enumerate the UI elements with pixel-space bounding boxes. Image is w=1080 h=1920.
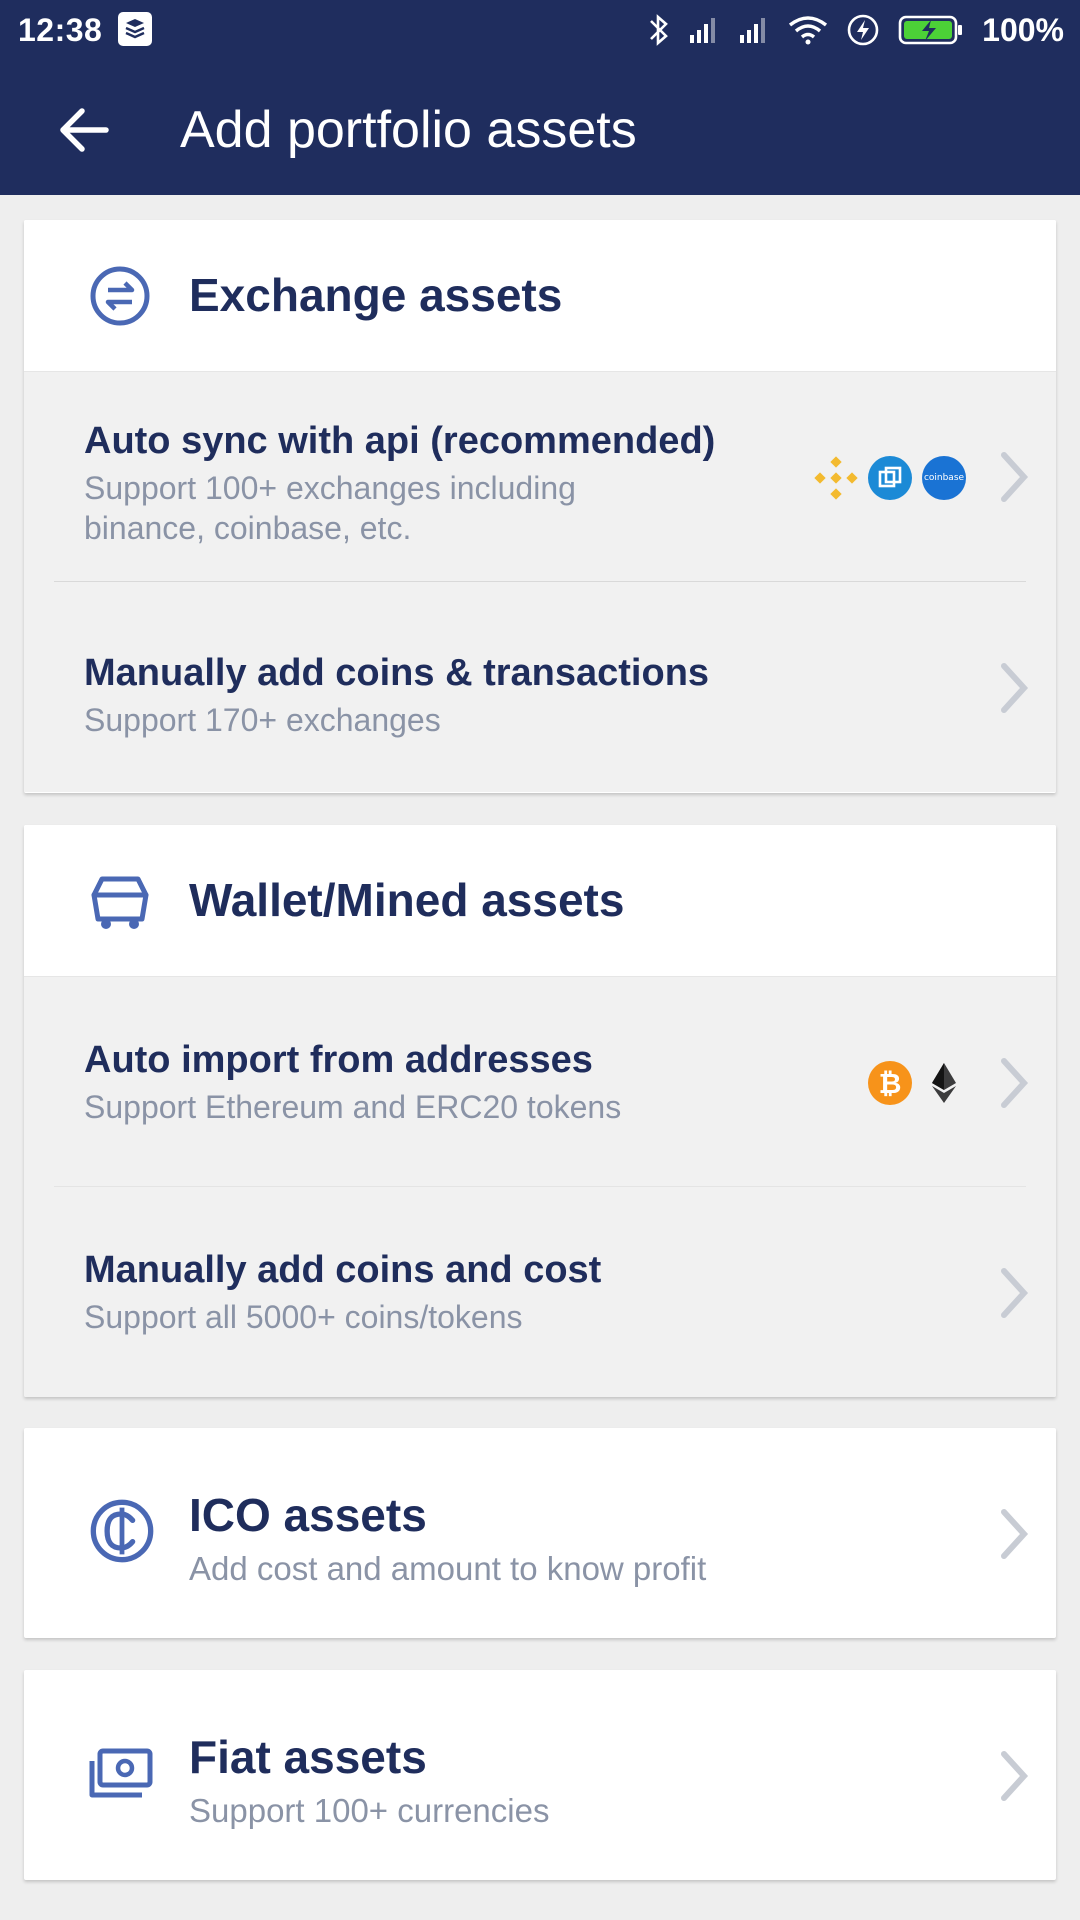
chevron-right-icon xyxy=(1001,1058,1029,1108)
ico-assets-row[interactable]: ICO assets Add cost and amount to know p… xyxy=(24,1428,1056,1638)
bittrex-logo xyxy=(868,456,912,500)
bluetooth-icon xyxy=(650,14,669,46)
ico-assets-subtitle: Add cost and amount to know profit xyxy=(189,1550,707,1587)
manual-transactions-subtitle: Support 170+ exchanges xyxy=(84,702,441,738)
signal-1-icon xyxy=(690,18,716,43)
ico-coin-icon xyxy=(90,1499,154,1563)
fiat-assets-title: Fiat assets xyxy=(189,1731,427,1783)
chevron-right-icon xyxy=(1001,1751,1029,1801)
notification-icon xyxy=(118,12,152,46)
wallet-assets-card: Wallet/Mined assets Auto import from add… xyxy=(24,825,1056,1397)
bitcoin-logo: ₿ xyxy=(868,1061,912,1105)
signal-2-icon xyxy=(740,18,766,43)
manual-cost-subtitle: Support all 5000+ coins/tokens xyxy=(84,1299,523,1335)
coinbase-logo-text: coinbase xyxy=(923,473,965,483)
status-icons: 100% xyxy=(648,10,1064,50)
fiat-assets-subtitle: Support 100+ currencies xyxy=(189,1792,550,1829)
wallet-assets-header: Wallet/Mined assets xyxy=(24,825,1056,977)
wallet-assets-title: Wallet/Mined assets xyxy=(189,874,625,926)
chevron-right-icon xyxy=(1001,1268,1029,1318)
battery-icon xyxy=(898,15,963,45)
fiat-assets-row[interactable]: Fiat assets Support 100+ currencies xyxy=(24,1670,1056,1880)
status-bar: 12:38 100% xyxy=(0,0,1080,62)
banknotes-icon xyxy=(89,1748,153,1798)
exchange-icon xyxy=(90,266,150,326)
chevron-right-icon xyxy=(1001,452,1029,502)
auto-import-addresses-row[interactable]: Auto import from addresses Support Ether… xyxy=(24,977,1056,1187)
mining-cart-icon xyxy=(91,876,149,929)
auto-sync-title: Auto sync with api (recommended) xyxy=(84,420,716,462)
ico-assets-title: ICO assets xyxy=(189,1489,427,1541)
manual-add-transactions-row[interactable]: Manually add coins & transactions Suppor… xyxy=(24,582,1056,792)
back-button[interactable] xyxy=(52,98,116,162)
wifi-icon xyxy=(789,16,828,45)
manual-transactions-title: Manually add coins & transactions xyxy=(84,652,710,694)
ethereum-logo xyxy=(922,1061,966,1105)
exchange-assets-card: Exchange assets Auto sync with api (reco… xyxy=(24,220,1056,793)
binance-logo xyxy=(814,456,858,500)
flash-charging-icon xyxy=(847,14,879,46)
exchange-assets-header: Exchange assets xyxy=(24,220,1056,372)
exchange-assets-title: Exchange assets xyxy=(189,269,563,321)
auto-sync-api-row[interactable]: Auto sync with api (recommended) Support… xyxy=(24,372,1056,582)
manual-cost-title: Manually add coins and cost xyxy=(84,1249,602,1291)
battery-percent: 100% xyxy=(982,11,1064,48)
coinbase-logo: coinbase xyxy=(922,456,966,500)
auto-import-title: Auto import from addresses xyxy=(84,1039,593,1081)
status-time: 12:38 xyxy=(18,12,103,48)
manual-add-coins-cost-row[interactable]: Manually add coins and cost Support all … xyxy=(24,1187,1056,1397)
auto-sync-subtitle: Support 100+ exchanges including binance… xyxy=(84,470,576,546)
page-title: Add portfolio assets xyxy=(180,101,637,159)
wallet-logos: ₿ xyxy=(868,1061,966,1105)
auto-import-subtitle: Support Ethereum and ERC20 tokens xyxy=(84,1089,622,1125)
back-arrow-icon xyxy=(60,108,109,152)
chevron-right-icon xyxy=(1001,1509,1029,1559)
chevron-right-icon xyxy=(1001,663,1029,713)
exchange-logos: coinbase xyxy=(814,456,966,500)
app-bar: 12:38 100% Add portfolio assets xyxy=(0,0,1080,195)
